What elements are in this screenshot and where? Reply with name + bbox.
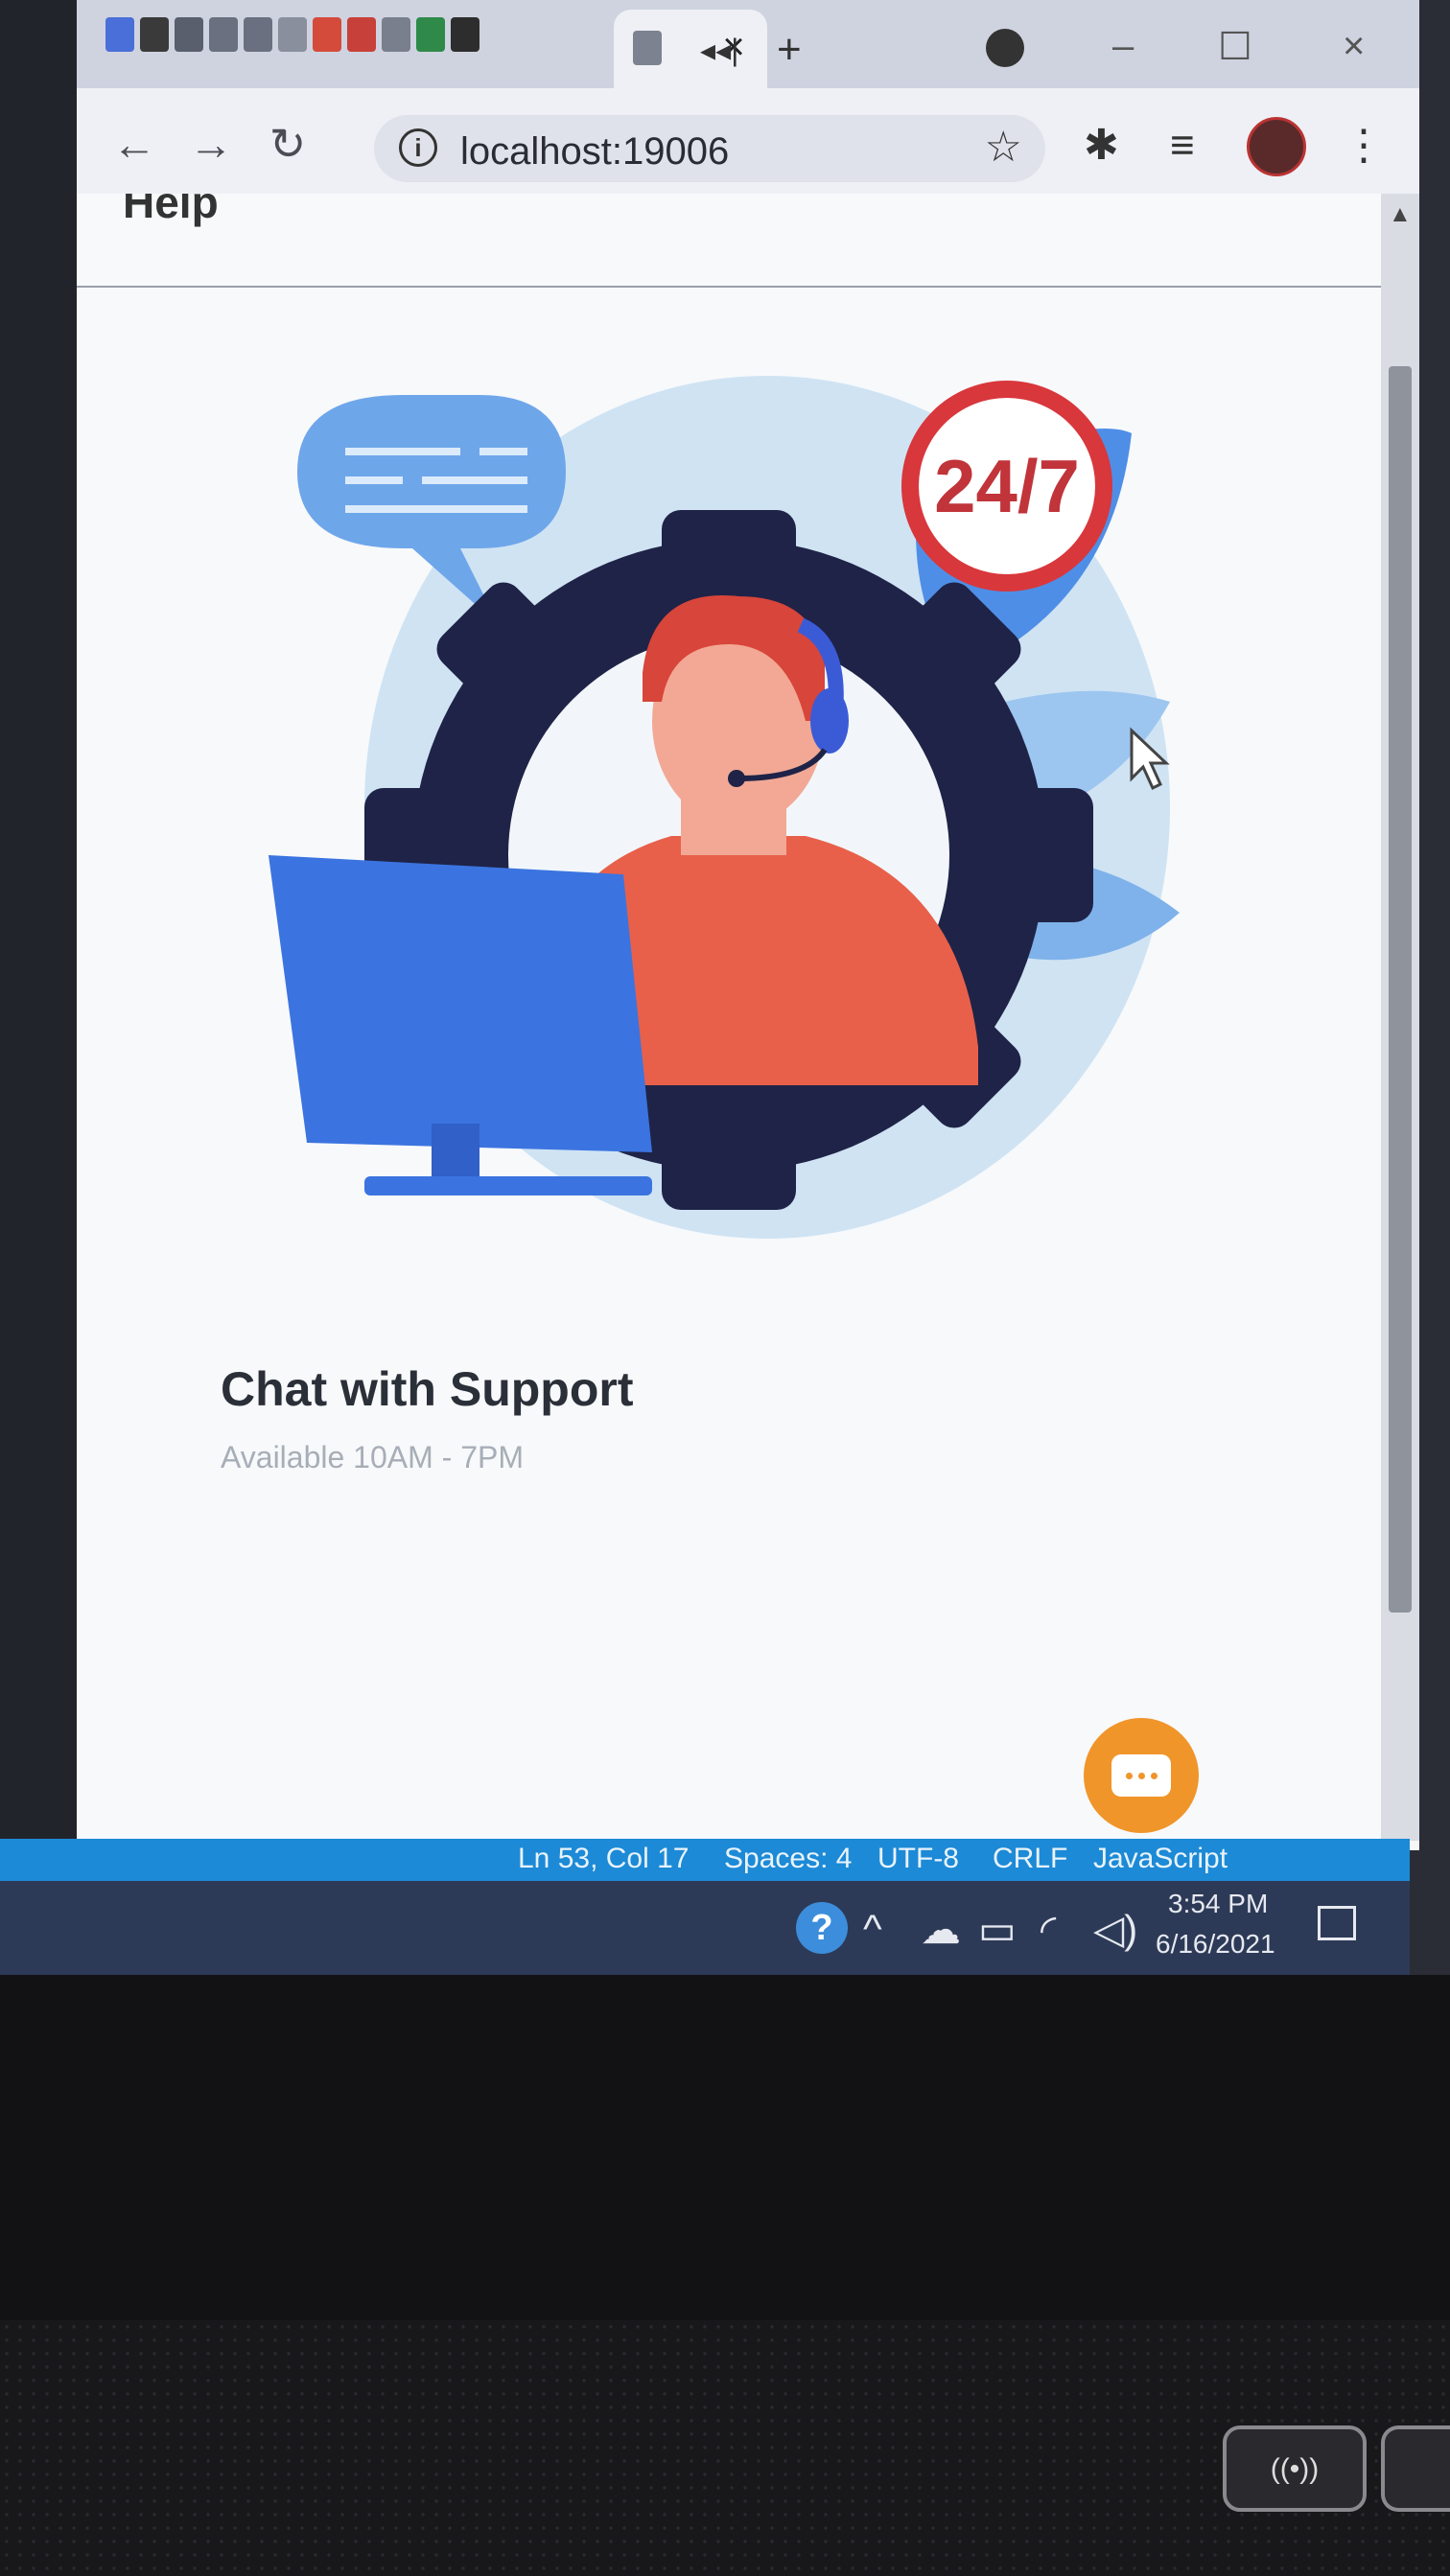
bubble-line bbox=[345, 505, 527, 513]
bubble-line bbox=[345, 448, 460, 455]
badge-text: 24/7 bbox=[934, 444, 1080, 528]
page-title: Help bbox=[123, 194, 219, 227]
volume-icon[interactable]: ◁) bbox=[1093, 1906, 1137, 1953]
audio-icon[interactable]: ◂◂| bbox=[700, 29, 738, 71]
cloud-icon[interactable]: ☁ bbox=[921, 1906, 961, 1953]
notification-icon[interactable] bbox=[1318, 1906, 1356, 1940]
profile-avatar[interactable] bbox=[1247, 117, 1306, 176]
bubble-line bbox=[479, 448, 527, 455]
availability-text: Available 10AM - 7PM bbox=[221, 1440, 524, 1474]
star-icon[interactable]: ☆ bbox=[985, 123, 1022, 172]
keyboard-key[interactable] bbox=[1381, 2425, 1450, 2512]
back-icon[interactable]: ← bbox=[105, 115, 163, 173]
language-mode[interactable]: JavaScript bbox=[1093, 1843, 1228, 1875]
tab-favicon[interactable] bbox=[175, 17, 203, 52]
active-tab[interactable]: × bbox=[614, 10, 767, 88]
tab-favicon[interactable] bbox=[105, 17, 134, 52]
menu-icon[interactable]: ⋮ bbox=[1343, 125, 1385, 167]
editor-status-bar: Ln 53, Col 17 Spaces: 4 UTF-8 CRLF JavaS… bbox=[0, 1839, 1410, 1881]
computer-monitor-icon bbox=[269, 855, 652, 1195]
support-illustration: 24/7 bbox=[269, 376, 1180, 1239]
indentation-setting[interactable]: Spaces: 4 bbox=[724, 1843, 852, 1875]
wifi-icon[interactable]: ◜ bbox=[1041, 1906, 1056, 1953]
browser-window: × ◂◂| + – ☐ × ← → ↻ i localhost:19006 ☆ … bbox=[77, 0, 1419, 1850]
reload-icon[interactable]: ↻ bbox=[259, 115, 316, 173]
address-bar[interactable]: i localhost:19006 ☆ bbox=[374, 115, 1045, 182]
tab-favicon[interactable] bbox=[451, 17, 479, 52]
info-icon[interactable]: i bbox=[399, 128, 437, 167]
browser-toolbar: ← → ↻ i localhost:19006 ☆ ✱ ≡ ⋮ bbox=[77, 88, 1419, 194]
tab-favicon[interactable] bbox=[416, 17, 445, 52]
chevron-up-icon[interactable]: ^ bbox=[863, 1906, 882, 1952]
tab-favicons bbox=[105, 17, 479, 52]
tab-favicon[interactable] bbox=[140, 17, 169, 52]
encoding-setting[interactable]: UTF-8 bbox=[877, 1843, 959, 1875]
chat-button[interactable] bbox=[1084, 1718, 1199, 1833]
bubble-line bbox=[345, 476, 403, 484]
close-window-button[interactable]: × bbox=[1343, 25, 1365, 68]
header-divider bbox=[77, 286, 1381, 288]
tab-favicon[interactable] bbox=[209, 17, 238, 52]
airplane-mode-key[interactable]: ((•)) bbox=[1223, 2425, 1367, 2512]
clock-time[interactable]: 3:54 PM bbox=[1168, 1889, 1268, 1919]
extensions-icon[interactable]: ✱ bbox=[1084, 125, 1119, 167]
page-scrollbar[interactable]: ▲ bbox=[1381, 194, 1419, 1841]
tab-search-icon[interactable] bbox=[986, 29, 1024, 67]
tab-favicon[interactable] bbox=[278, 17, 307, 52]
taskbar: ? ^ ☁ ▭ ◜ ◁) 3:54 PM 6/16/2021 bbox=[0, 1881, 1410, 1977]
desktop-background-left bbox=[0, 0, 77, 1975]
reading-list-icon[interactable]: ≡ bbox=[1170, 125, 1195, 167]
new-tab-button[interactable]: + bbox=[777, 29, 802, 71]
bubble-line bbox=[422, 476, 527, 484]
laptop-screen: × ◂◂| + – ☐ × ← → ↻ i localhost:19006 ☆ … bbox=[0, 0, 1450, 1977]
tab-strip: × ◂◂| + – ☐ × bbox=[77, 0, 1419, 88]
help-icon[interactable]: ? bbox=[796, 1902, 848, 1954]
page-content: Help 24/7 Chat with Support Available 10… bbox=[77, 194, 1381, 1841]
clock-date[interactable]: 6/16/2021 bbox=[1156, 1929, 1275, 1960]
url-text[interactable]: localhost:19006 bbox=[460, 130, 729, 174]
forward-icon[interactable]: → bbox=[182, 115, 240, 173]
tab-favicon[interactable] bbox=[313, 17, 341, 52]
battery-icon[interactable]: ▭ bbox=[978, 1906, 1017, 1953]
maximize-button[interactable]: ☐ bbox=[1218, 25, 1252, 69]
cursor-position[interactable]: Ln 53, Col 17 bbox=[518, 1843, 689, 1875]
tab-favicon bbox=[633, 31, 662, 65]
scroll-up-icon[interactable]: ▲ bbox=[1389, 201, 1412, 228]
badge-24-7-icon: 24/7 bbox=[901, 381, 1112, 592]
tab-favicon[interactable] bbox=[382, 17, 410, 52]
minimize-button[interactable]: – bbox=[1112, 25, 1134, 68]
tab-favicon[interactable] bbox=[244, 17, 272, 52]
tab-favicon[interactable] bbox=[347, 17, 376, 52]
chat-icon bbox=[1111, 1754, 1171, 1797]
chat-support-heading: Chat with Support bbox=[221, 1362, 634, 1416]
eol-setting[interactable]: CRLF bbox=[993, 1843, 1067, 1875]
scrollbar-thumb[interactable] bbox=[1389, 366, 1412, 1613]
